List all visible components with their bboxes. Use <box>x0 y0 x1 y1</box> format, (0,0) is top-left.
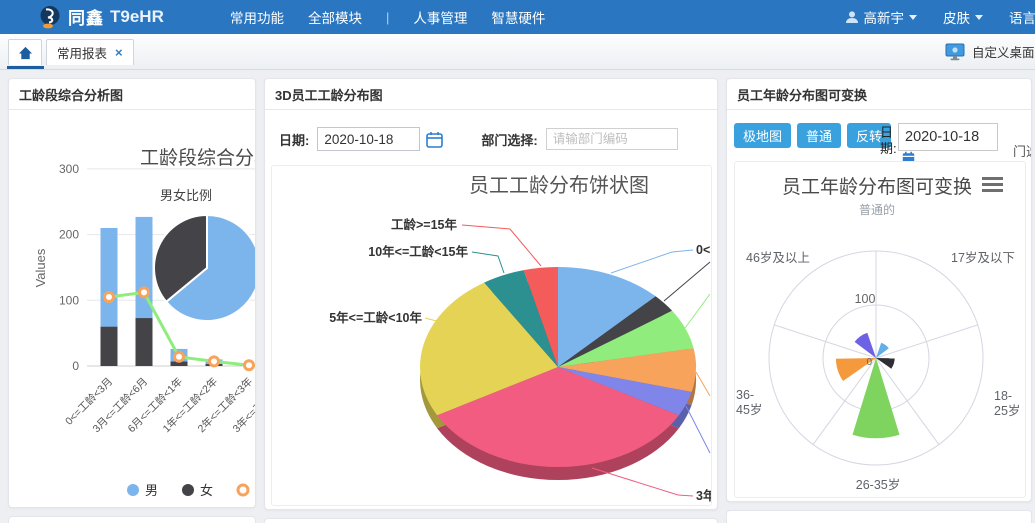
menu-item-all-modules[interactable]: 全部模块 <box>308 7 362 27</box>
panel-age-distribution: 员工年龄分布图可变换 极地图 普通 反转 日期: 门选 员工年龄分布图可变换普通… <box>726 78 1032 502</box>
polar-mode-button[interactable]: 极地图 <box>734 123 791 148</box>
panel-header: 3D员工工龄分布图 <box>265 79 717 110</box>
svg-text:男女比例: 男女比例 <box>160 188 212 203</box>
language-label: 语言 <box>1009 7 1035 27</box>
svg-text:45岁: 45岁 <box>736 402 762 417</box>
tab-close-icon[interactable]: × <box>115 45 123 60</box>
language-menu[interactable]: 语言 <box>1009 7 1035 27</box>
panel-worklife-analysis: 工龄段综合分析图 0100200300Values工龄段综合分析图0<=工龄<3… <box>8 78 256 508</box>
filter-form: 日期: 部门选择: <box>279 127 678 151</box>
svg-text:17岁及以下: 17岁及以下 <box>951 250 1015 265</box>
svg-text:工龄>=15年: 工龄>=15年 <box>391 217 458 232</box>
panel-header: 员工年龄分布图可变换 <box>727 79 1031 110</box>
next-row-panel <box>8 516 256 523</box>
panel-3d-worklife-pie: 3D员工工龄分布图 日期: 部门选择: 员工工龄分布饼状图工龄>=15年 10年<… <box>264 78 718 510</box>
svg-text:18-: 18- <box>994 389 1012 403</box>
menu-item-common-functions[interactable]: 常用功能 <box>230 7 284 27</box>
svg-text:25岁: 25岁 <box>994 403 1020 418</box>
tab-bar: 常用报表 × 自定义桌面 <box>0 34 1035 70</box>
next-row-panel <box>264 518 718 523</box>
skin-label: 皮肤 <box>943 7 970 27</box>
monitor-icon <box>945 43 965 61</box>
topbar-right-group: 高新宇 皮肤 语言 <box>845 0 1035 34</box>
date-input[interactable] <box>317 127 420 151</box>
svg-text:0: 0 <box>72 359 79 373</box>
svg-text:46岁及以上: 46岁及以上 <box>746 250 810 265</box>
date-input[interactable] <box>898 123 998 151</box>
skin-menu[interactable]: 皮肤 <box>943 7 983 27</box>
pie-chart-container: 员工工龄分布饼状图工龄>=15年 10年<=工龄<15年 5年<=工龄<10年 0< 3… <box>271 165 712 506</box>
menu-item-hr-management[interactable]: 人事管理 <box>413 7 467 27</box>
custom-desktop-label: 自定义桌面 <box>972 42 1035 61</box>
home-icon <box>18 46 33 60</box>
menu-item-smart-hardware[interactable]: 智慧硬件 <box>491 7 545 27</box>
rose-chart-container: 员工年龄分布图可变换普通的 100 0 17岁及以下 18-25岁 26-35岁 36-45… <box>734 161 1026 498</box>
logo-text-cn: 同鑫 <box>68 4 104 29</box>
svg-text:36-: 36- <box>736 388 754 402</box>
custom-desktop-button[interactable]: 自定义桌面 <box>945 34 1035 69</box>
worklife-3d-pie-chart: 员工工龄分布饼状图工龄>=15年 10年<=工龄<15年 5年<=工龄<10年 0< 3… <box>272 166 711 505</box>
tab-label: 常用报表 <box>57 43 107 62</box>
worklife-combo-chart: 0100200300Values工龄段综合分析图0<=工龄<3月3月<=工龄<6… <box>9 110 255 508</box>
svg-text:0: 0 <box>866 357 872 368</box>
svg-text:200: 200 <box>59 228 79 242</box>
app-logo: 同鑫 T9eHR <box>38 4 164 29</box>
svg-text:300: 300 <box>59 162 79 176</box>
next-row-panel <box>726 510 1032 523</box>
top-navigation-bar: 同鑫 T9eHR 常用功能 全部模块 | 人事管理 智慧硬件 高新宇 皮肤 语言 <box>0 0 1035 34</box>
logo-text-en: T9eHR <box>110 7 164 27</box>
svg-text:普通的: 普通的 <box>859 202 895 217</box>
user-name: 高新宇 <box>864 7 905 27</box>
caret-down-icon <box>975 15 983 20</box>
tab-common-reports[interactable]: 常用报表 × <box>46 39 134 65</box>
date-label: 日期: <box>880 125 896 157</box>
svg-text:员工年龄分布图可变换: 员工年龄分布图可变换 <box>782 176 972 198</box>
svg-text:男: 男 <box>145 483 158 498</box>
caret-down-icon <box>909 15 917 20</box>
dept-code-input[interactable] <box>546 128 678 150</box>
svg-text:3年<: 3年< <box>696 488 711 503</box>
user-menu[interactable]: 高新宇 <box>845 7 918 27</box>
svg-text:0<: 0< <box>696 243 710 257</box>
panel-header: 工龄段综合分析图 <box>9 79 255 110</box>
active-tab-underline <box>7 66 44 69</box>
dept-select-label-clipped: 门选 <box>1013 141 1032 160</box>
svg-text:10年<=工龄<15年: 10年<=工龄<15年 <box>368 244 468 259</box>
chart-mode-buttons: 极地图 普通 反转 <box>734 123 891 148</box>
svg-text:100: 100 <box>855 292 876 306</box>
svg-text:100: 100 <box>59 293 79 307</box>
normal-mode-button[interactable]: 普通 <box>797 123 841 148</box>
age-rose-chart: 员工年龄分布图可变换普通的 100 0 17岁及以下 18-25岁 26-35岁 36-45… <box>735 162 1025 497</box>
date-label: 日期: <box>279 130 309 149</box>
logo-icon <box>38 5 62 29</box>
svg-text:26-35岁: 26-35岁 <box>856 477 900 492</box>
svg-text:女: 女 <box>200 483 213 498</box>
menu-separator: | <box>386 10 389 25</box>
svg-text:工龄段综合分析图: 工龄段综合分析图 <box>140 147 255 169</box>
home-tab[interactable] <box>8 39 42 65</box>
dept-select-label: 部门选择: <box>481 130 537 149</box>
svg-text:5年<=工龄<10年: 5年<=工龄<10年 <box>329 310 422 325</box>
calendar-icon[interactable] <box>426 131 443 148</box>
svg-text:Values: Values <box>33 248 48 287</box>
chart-menu-icon[interactable] <box>982 177 1003 194</box>
main-menu: 常用功能 全部模块 | 人事管理 智慧硬件 <box>230 0 545 34</box>
user-icon <box>845 10 859 24</box>
svg-text:员工工龄分布饼状图: 员工工龄分布饼状图 <box>469 174 649 197</box>
